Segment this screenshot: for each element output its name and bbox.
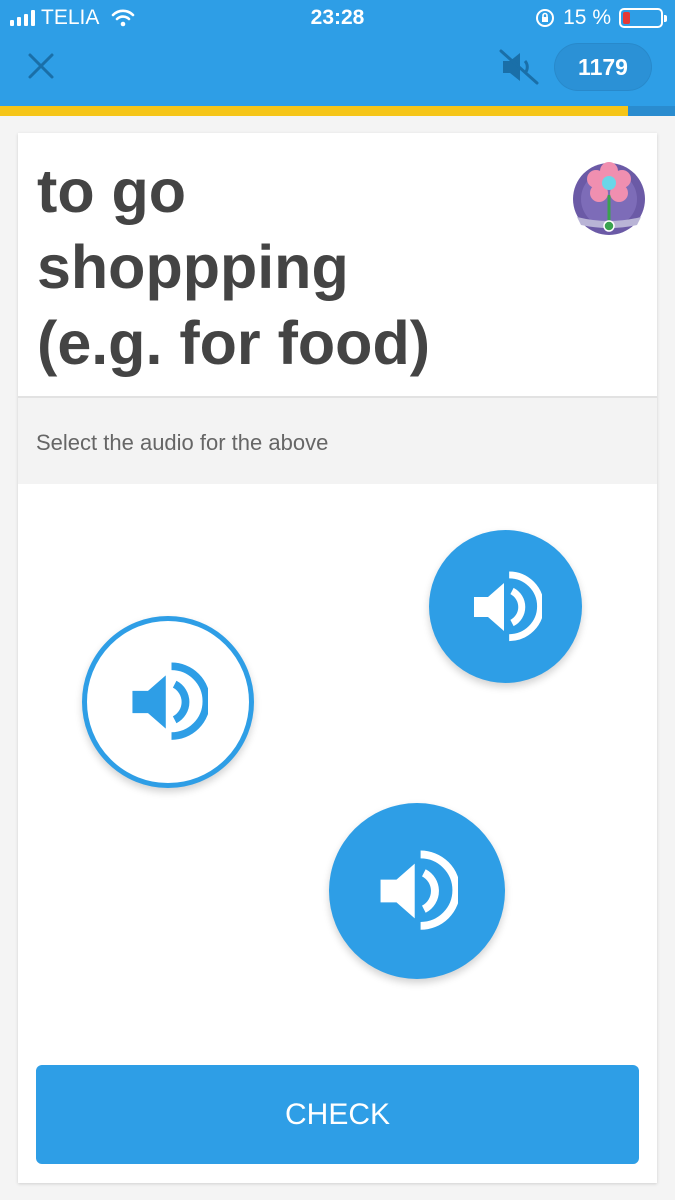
prompt-line: to go xyxy=(37,157,187,225)
battery-percent: 15 % xyxy=(563,6,611,29)
audio-option-1[interactable] xyxy=(429,530,582,683)
flower-pot-icon xyxy=(573,162,645,235)
speaker-icon xyxy=(132,662,208,740)
close-icon xyxy=(28,53,54,79)
question-card: to go shoppping (e.g. for food) Select t… xyxy=(18,133,657,1183)
rotation-lock-icon xyxy=(536,9,555,27)
status-bar: TELIA 23:28 15 % xyxy=(0,0,675,38)
instruction-band: Select the audio for the above xyxy=(18,396,657,484)
battery-icon xyxy=(619,8,667,28)
progress-fill xyxy=(0,106,628,116)
points-badge: 1179 xyxy=(554,43,652,91)
prompt-line: (e.g. for food) xyxy=(37,309,431,377)
check-button[interactable]: CHECK xyxy=(36,1065,639,1164)
speaker-icon xyxy=(473,570,542,641)
speaker-muted-icon xyxy=(499,49,539,85)
audio-option-2[interactable] xyxy=(82,616,254,788)
prompt-text: to go shoppping (e.g. for food) xyxy=(37,153,557,381)
progress-bar xyxy=(0,106,675,116)
mute-button[interactable] xyxy=(497,47,541,87)
instruction-text: Select the audio for the above xyxy=(36,430,329,455)
speaker-icon xyxy=(380,850,458,930)
audio-option-3[interactable] xyxy=(329,803,505,979)
status-right: 15 % xyxy=(535,6,667,30)
close-button[interactable] xyxy=(22,47,62,87)
top-bar: TELIA 23:28 15 % 1179 xyxy=(0,0,675,106)
prompt-line: shoppping xyxy=(37,233,349,301)
